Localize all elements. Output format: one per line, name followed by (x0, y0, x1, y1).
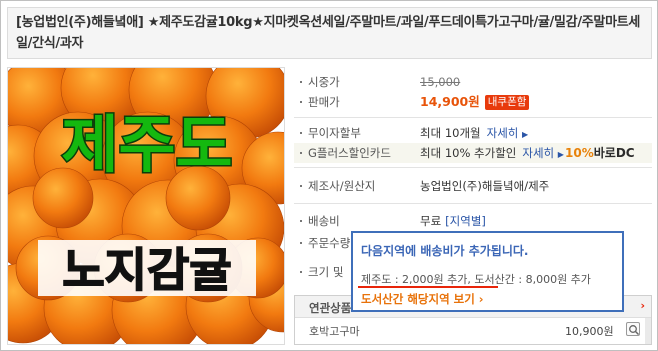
shipping-fee-popup: 다음지역에 배송비가 추가됩니다. 제주도 : 2,000원 추가, 도서산간 … (351, 231, 624, 312)
maker-value: 농업법인(주)해들녘애/제주 (420, 179, 550, 193)
shipping-label: 배송비 (308, 214, 340, 228)
shipping-region-link[interactable]: [지역별] (445, 214, 486, 228)
gcard-label: G플러스할인카드 (308, 146, 391, 160)
gcard-detail-link[interactable]: 자세히 ▶ (522, 146, 564, 160)
coupon-button[interactable]: 내쿠폰함 (484, 95, 530, 110)
list-price: 15,000 (420, 75, 461, 89)
remote-area-link[interactable]: 도서산간 해당지역 보기 › (361, 291, 484, 307)
image-bottom-text: 노지감귤 (62, 243, 231, 297)
magnifier-icon[interactable] (626, 322, 640, 336)
product-frame: [농업법인(주)해들녘애] ★제주도감귤10kg★지마켓옥션세일/주말마트/과일… (0, 0, 658, 351)
related-products-title: 연관상품 (309, 301, 352, 315)
installment-detail-link[interactable]: 자세히 ▶ (487, 126, 529, 140)
shipping-value: 무료 (420, 214, 442, 228)
product-image[interactable]: 제주도 노지감귤 (7, 67, 285, 345)
triangle-right-icon: ▶ (557, 150, 564, 159)
triangle-right-icon: ▶ (522, 130, 529, 139)
related-more-arrow[interactable]: › (640, 299, 645, 312)
sale-price-label: 판매가 (308, 95, 340, 109)
list-price-label: 시중가 (308, 75, 340, 89)
popup-body: 제주도 : 2,000원 추가, 도서산간 : 8,000원 추가 (361, 273, 591, 286)
maker-label: 제조사/원산지 (308, 179, 376, 193)
installment-label: 무이자할부 (308, 126, 361, 140)
sale-price: 14,900원 (420, 94, 480, 109)
product-title: [농업법인(주)해들녘애] ★제주도감귤10kg★지마켓옥션세일/주말마트/과일… (7, 7, 652, 59)
popup-title: 다음지역에 배송비가 추가됩니다. (361, 244, 529, 258)
gcard-value: 최대 10% 추가할인 (420, 146, 517, 160)
related-scrollbar[interactable] (645, 318, 651, 344)
order-quantity-label: 주문수량 (308, 236, 351, 250)
related-item-price: 10,900원 (565, 325, 614, 338)
gcard-dc-badge: 10%바로DC (565, 146, 635, 160)
tangerine-image: 제주도 노지감귤 (8, 68, 284, 344)
highlight-underline (358, 286, 498, 288)
related-item-name[interactable]: 호박고구마 (309, 323, 360, 339)
installment-value: 최대 10개월 (420, 126, 481, 140)
size-label: 크기 및 (308, 265, 344, 279)
image-top-text: 제주도 (61, 108, 232, 181)
